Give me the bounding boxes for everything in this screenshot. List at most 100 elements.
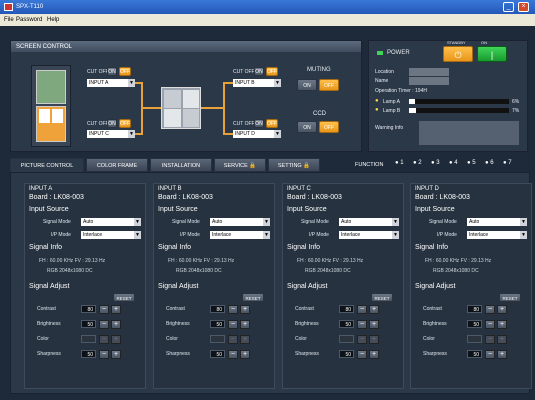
menu-help[interactable]: Help [47,17,59,23]
layout-preset-quad-icon[interactable] [36,106,66,142]
signal-info-title: Signal Info [158,244,192,251]
sharpness-decrease-button[interactable]: − [99,350,109,359]
ip-mode-label: I/P Mode [437,232,457,238]
tab-setting[interactable]: SETTING 🔒 [268,158,320,172]
function-item-4[interactable]: ● 4 [449,160,458,166]
tab-service[interactable]: SERVICE 🔒 [214,158,266,172]
color-value [81,335,96,343]
tab-installation[interactable]: INSTALLATION [150,158,212,172]
ip-mode-label: I/P Mode [51,232,71,238]
standby-button[interactable]: ⏻ [443,46,473,62]
minimize-icon[interactable]: _ [503,2,514,12]
contrast-decrease-button[interactable]: − [228,305,238,314]
signal-adjust-title: Signal Adjust [29,283,70,290]
tab-picture-control[interactable]: PICTURE CONTROL [10,158,84,172]
sharpness-increase-button[interactable]: + [111,350,121,359]
sharpness-increase-button[interactable]: + [369,350,379,359]
layout-preset-single-icon[interactable] [36,70,66,104]
contrast-increase-button[interactable]: + [369,305,379,314]
signal-mode-select[interactable]: Auto ▼ [467,218,527,226]
reset-button[interactable]: RESET [499,293,521,302]
location-label: Location [375,69,394,75]
brightness-decrease-button[interactable]: − [357,320,367,329]
sharpness-increase-button[interactable]: + [240,350,250,359]
input-d-select[interactable]: INPUT D ▼ [233,130,281,138]
ip-mode-select[interactable]: Interlace ▼ [467,231,527,239]
function-item-7[interactable]: ● 7 [503,160,512,166]
signal-mode-select[interactable]: Auto ▼ [81,218,141,226]
contrast-increase-button[interactable]: + [240,305,250,314]
contrast-increase-button[interactable]: + [497,305,507,314]
contrast-decrease-button[interactable]: − [485,305,495,314]
input-c-select[interactable]: INPUT C ▼ [87,130,135,138]
signal-mode-select[interactable]: Auto ▼ [210,218,270,226]
brightness-label: Brightness [295,321,319,327]
power-on-button[interactable]: | [477,46,507,62]
wire-d [223,133,233,135]
input-b-cutoff-on[interactable]: ON [254,67,264,76]
brightness-decrease-button[interactable]: − [99,320,109,329]
menu-file[interactable]: File [4,17,14,23]
sharpness-decrease-button[interactable]: − [357,350,367,359]
ccd-off-button[interactable]: OFF [319,121,339,133]
signal-resolution: RGB 2048x1080 DC [176,268,222,274]
contrast-increase-button[interactable]: + [111,305,121,314]
input-column-b: INPUT B Board : LK08-003 Input Source Si… [153,183,275,389]
menu-bar: File Password Help [0,14,535,26]
contrast-decrease-button[interactable]: − [99,305,109,314]
signal-mode-select[interactable]: Auto ▼ [339,218,399,226]
function-item-3[interactable]: ● 3 [431,160,440,166]
window-title: SPX-T110 [16,4,44,10]
reset-button[interactable]: RESET [371,293,393,302]
ccd-on-button[interactable]: ON [297,121,317,133]
input-column-d: INPUT D Board : LK08-003 Input Source Si… [410,183,532,389]
ip-mode-select[interactable]: Interlace ▼ [81,231,141,239]
contrast-decrease-button[interactable]: − [357,305,367,314]
color-label: Color [166,336,178,342]
function-item-2[interactable]: ● 2 [413,160,422,166]
input-b-cutoff-off[interactable]: OFF [266,67,278,76]
menu-password[interactable]: Password [16,17,42,23]
input-c-cutoff-off[interactable]: OFF [119,119,131,128]
brightness-increase-button[interactable]: + [240,320,250,329]
brightness-increase-button[interactable]: + [111,320,121,329]
input-b-select[interactable]: INPUT B ▼ [233,79,281,87]
brightness-increase-button[interactable]: + [369,320,379,329]
close-icon[interactable]: × [518,2,529,12]
brightness-increase-button[interactable]: + [497,320,507,329]
color-decrease-button: − [357,335,367,344]
board-label: Board : LK08-003 [29,194,84,201]
function-item-1[interactable]: ● 1 [395,160,404,166]
color-increase-button: + [111,335,121,344]
input-a-cutoff-off[interactable]: OFF [119,67,131,76]
input-a-select[interactable]: INPUT A ▼ [87,79,135,87]
sharpness-decrease-button[interactable]: − [228,350,238,359]
screen-preview[interactable] [161,87,201,129]
input-c-cutoff-on[interactable]: ON [107,119,117,128]
input-a-cutoff-on[interactable]: ON [107,67,117,76]
input-d-cutoff-on[interactable]: ON [254,119,264,128]
sharpness-decrease-button[interactable]: − [485,350,495,359]
reset-button[interactable]: RESET [242,293,264,302]
ip-mode-select[interactable]: Interlace ▼ [339,231,399,239]
brightness-decrease-button[interactable]: − [228,320,238,329]
app-icon [4,3,13,11]
muting-off-button[interactable]: OFF [319,79,339,91]
sharpness-increase-button[interactable]: + [497,350,507,359]
location-value [409,68,449,76]
input-d-cutoff-off[interactable]: OFF [266,119,278,128]
brightness-decrease-button[interactable]: − [485,320,495,329]
function-item-5[interactable]: ● 5 [467,160,476,166]
brightness-label: Brightness [166,321,190,327]
input-column-title: INPUT C [287,186,311,192]
function-label: FUNCTION [355,162,384,168]
sharpness-value: 50 [81,350,96,358]
ip-mode-select[interactable]: Interlace ▼ [210,231,270,239]
reset-button[interactable]: RESET [113,293,135,302]
muting-on-button[interactable]: ON [297,79,317,91]
input-source-title: Input Source [287,206,327,213]
tab-color-frame[interactable]: COLOR FRAME [86,158,148,172]
name-label: Name [375,78,389,84]
function-item-6[interactable]: ● 6 [485,160,494,166]
signal-resolution: RGB 2048x1080 DC [305,268,351,274]
